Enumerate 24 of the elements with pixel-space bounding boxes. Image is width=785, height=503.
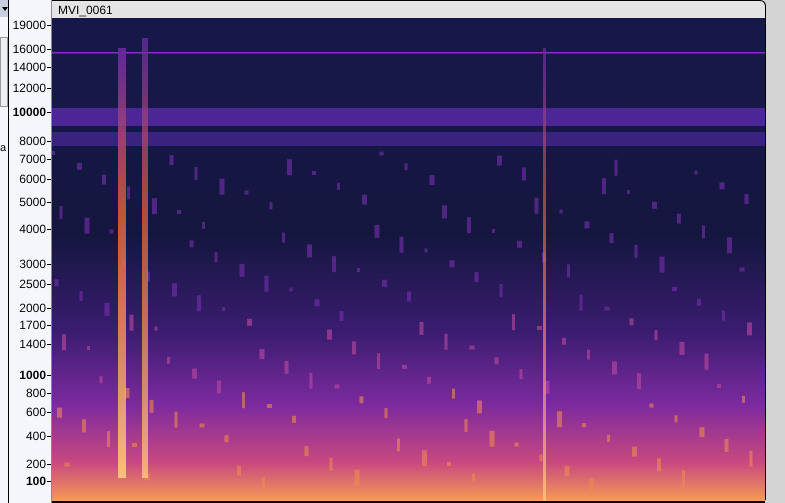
axis-label: 10000 bbox=[12, 105, 46, 119]
axis-label: 400 bbox=[26, 429, 46, 443]
axis-label: 800 bbox=[26, 386, 46, 400]
axis-label: 6000 bbox=[19, 172, 46, 186]
dropdown-arrow-icon[interactable] bbox=[2, 6, 8, 10]
axis-label: 3000 bbox=[19, 257, 46, 271]
axis-label: 16000 bbox=[12, 42, 46, 56]
axis-label: 1000 bbox=[19, 368, 46, 382]
side-panel-label: a bbox=[0, 143, 8, 154]
axis-label: 5000 bbox=[19, 195, 46, 209]
axis-label: 2000 bbox=[19, 301, 46, 315]
axis-label: 200 bbox=[26, 457, 46, 471]
axis-label: 8000 bbox=[19, 134, 46, 148]
axis-label: 100 bbox=[26, 474, 46, 488]
axis-label: 1700 bbox=[19, 318, 46, 332]
axis-label: 12000 bbox=[12, 81, 46, 95]
axis-label: 1400 bbox=[19, 337, 46, 351]
axis-label: 14000 bbox=[12, 60, 46, 74]
axis-label: 4000 bbox=[19, 222, 46, 236]
axis-label: 600 bbox=[26, 405, 46, 419]
track-title: MVI_0061 bbox=[58, 2, 113, 18]
axis-label: 2500 bbox=[19, 277, 46, 291]
axis-label: 19000 bbox=[12, 18, 46, 32]
axis-label: 7000 bbox=[19, 152, 46, 166]
